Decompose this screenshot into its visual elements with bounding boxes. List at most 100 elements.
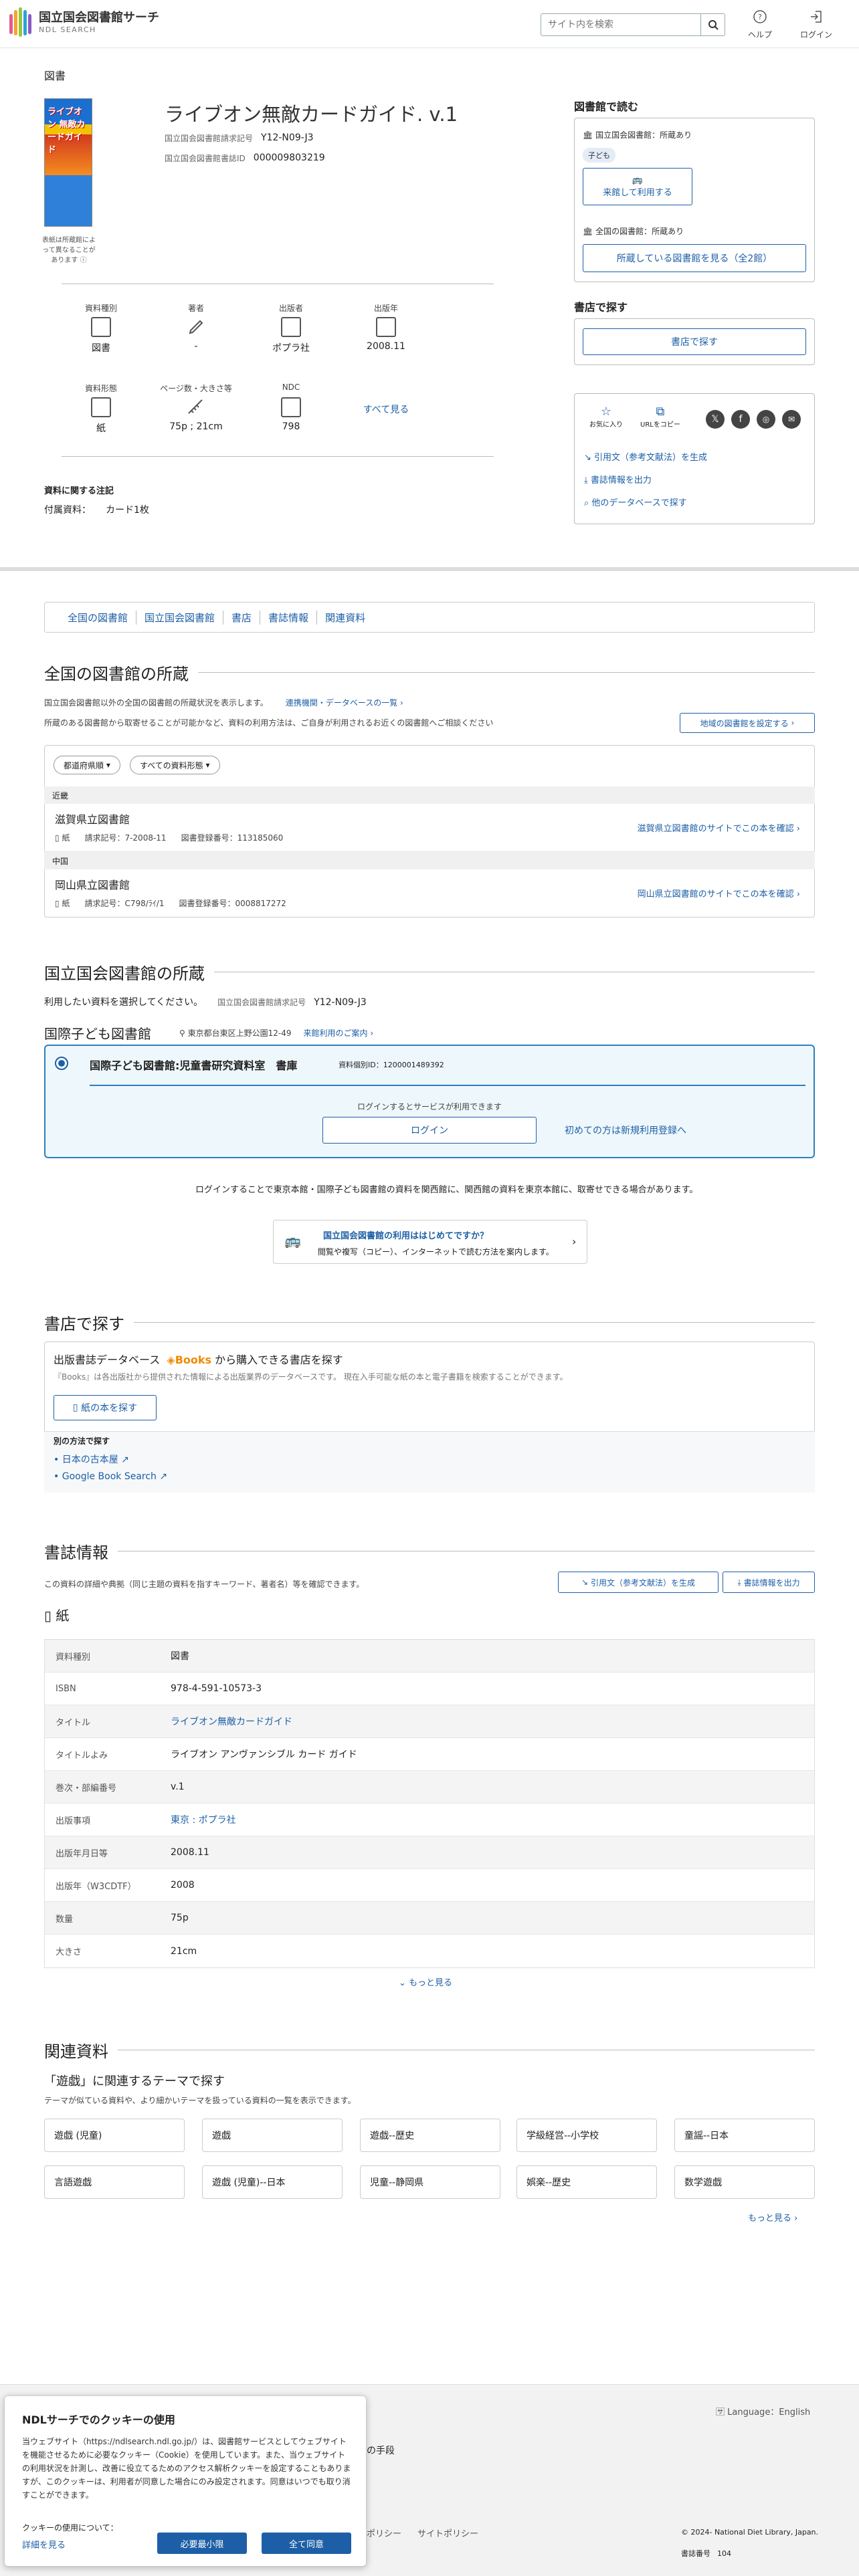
find-store-box: 書店で探す: [574, 318, 815, 365]
field-key: 数量: [56, 1914, 74, 1925]
ndl-guide-banner[interactable]: 🚌 国立国会図書館の利用ははじめてですか？ 閲覧や複写（コピー）、インターネット…: [273, 1220, 587, 1264]
book-title: ライブオン無敵カードガイド. v.1: [165, 103, 458, 126]
biblio-more-link[interactable]: ⌄ もっと見る: [399, 1975, 452, 1988]
view-holding-libraries-button[interactable]: 所蔵している図書館を見る（全2館）: [583, 244, 806, 272]
notes-key: 付属資料：: [44, 505, 91, 516]
set-region-button[interactable]: 地域の図書館を設定する ›: [680, 713, 815, 733]
stat-value: 798: [282, 421, 300, 432]
logo-mark-icon: [9, 7, 32, 37]
export-bib-link[interactable]: ⤓ 書誌情報を出力: [584, 473, 652, 486]
all-held-text: 全国の図書館：所蔵あり: [595, 227, 684, 236]
facebook-share-icon[interactable]: f: [731, 410, 750, 429]
call-number-row: 国立国会図書館請求記号 Y12-N09-J3: [165, 132, 314, 144]
holdings-section-title: 全国の図書館の所蔵: [44, 661, 815, 684]
favorite-button[interactable]: ☆ お気に入り: [589, 405, 623, 429]
kosho-link[interactable]: • 日本の古本屋 ↗: [54, 1453, 129, 1466]
topic-button[interactable]: 娯楽--歴史: [516, 2165, 657, 2199]
google-books-link[interactable]: • Google Book Search ↗: [54, 1471, 167, 1482]
table-row: 大きさ 21cm: [45, 1935, 814, 1967]
copy-url-button[interactable]: ⧉ URLをコピー: [640, 405, 680, 429]
copy-url-label: URLをコピー: [640, 421, 680, 429]
search-input[interactable]: [541, 13, 701, 36]
field-value-link[interactable]: 東京 : ポプラ社: [171, 1813, 236, 1826]
mail-share-icon[interactable]: ✉: [782, 410, 801, 429]
topic-button[interactable]: 遊戯--歴史: [360, 2119, 500, 2152]
tab-bookstore[interactable]: 書店: [223, 610, 261, 625]
export-bib-button[interactable]: ⤓ 書誌情報を出力: [723, 1572, 815, 1593]
stat-material-type: 資料種別 図書: [62, 302, 140, 354]
partner-list-link[interactable]: 連携機関・データベースの一覧: [286, 698, 397, 708]
tab-biblio[interactable]: 書誌情報: [260, 610, 318, 625]
material-filter-dropdown[interactable]: すべての資料形態 ▾: [130, 756, 220, 774]
topic-button[interactable]: 数学遊戯: [674, 2165, 815, 2199]
page-id-value: 104: [717, 2549, 731, 2558]
help-link[interactable]: ? ヘルプ: [748, 9, 772, 40]
visit-button[interactable]: 🚌 来館して利用する: [583, 168, 692, 205]
logo-text: 国立国会図書館サーチ: [39, 10, 159, 25]
login-button[interactable]: ログイン: [322, 1117, 537, 1144]
field-key: 資料種別: [56, 1652, 91, 1662]
topic-button[interactable]: 童謡--日本: [674, 2119, 815, 2152]
site-policy-link[interactable]: サイトポリシー: [417, 2529, 478, 2539]
x-share-icon[interactable]: 𝕏: [706, 410, 725, 429]
generate-citation-link[interactable]: ↘ 引用文（参考文献法）を生成: [584, 450, 707, 463]
generate-citation-button[interactable]: ↘ 引用文（参考文献法）を生成: [558, 1572, 719, 1593]
policy-link[interactable]: ポリシー: [367, 2529, 401, 2539]
library-name: 滋賀県立図書館: [55, 813, 130, 826]
section-tabs: 全国の図書館 国立国会図書館 書店 書誌情報 関連資料: [44, 602, 815, 633]
related-more-label: もっと見る: [748, 2214, 792, 2224]
quote-icon: ↘: [584, 453, 591, 463]
find-store-button[interactable]: 書店で探す: [583, 328, 806, 355]
page-id-label: 書誌番号: [681, 2549, 710, 2558]
cookie-title: NDLサーチでのクッキーの使用: [22, 2413, 175, 2426]
book-stats-row-1: 資料種別 図書 著者 - 出版者 ポプラ社 出版年 2008.11: [62, 302, 490, 354]
library-site-link[interactable]: 滋賀県立図書館のサイトでこの本を確認 ›: [638, 821, 800, 834]
topic-button[interactable]: 児童--静岡県: [360, 2165, 500, 2199]
cookie-required-button[interactable]: 必要最小限: [157, 2533, 247, 2554]
see-all-link[interactable]: すべて見る: [347, 383, 425, 435]
find-paper-book-button[interactable]: ▯ 紙の本を探す: [54, 1395, 157, 1420]
topic-button[interactable]: 遊戯 (児童): [44, 2119, 185, 2152]
cookie-usage-label: クッキーの使用について：: [22, 2523, 118, 2533]
topic-button[interactable]: 学級経営--小学校: [516, 2119, 657, 2152]
field-value-link[interactable]: ライブオン無敵カードガイド: [171, 1715, 292, 1728]
ndl-held-status: 🏛 国立国会図書館：所蔵あり: [583, 129, 692, 140]
item-radio[interactable]: [55, 1057, 68, 1070]
login-link[interactable]: ログイン: [800, 9, 832, 40]
cover-note: 表紙は所蔵館によって異なることがあります ⓘ: [40, 235, 98, 265]
line-share-icon[interactable]: ◎: [757, 410, 775, 429]
other-db-link[interactable]: ⌕ 他のデータベースで探す: [584, 496, 687, 508]
topic-button[interactable]: 言語遊戯: [44, 2165, 185, 2199]
call-number-value: Y12-N09-J3: [261, 132, 314, 143]
sort-dropdown[interactable]: 都道府県順 ▾: [54, 756, 120, 774]
stat-label: 出版者: [278, 304, 303, 313]
tab-all-libraries[interactable]: 全国の図書館: [60, 610, 137, 625]
table-row: 数量 75p: [45, 1902, 814, 1935]
visit-guide-link[interactable]: 来館利用のご案内: [304, 1029, 368, 1038]
search-button[interactable]: [701, 13, 725, 36]
share-icons: 𝕏 f ◎ ✉: [706, 410, 801, 429]
register-link[interactable]: 初めての方は新規利用登録へ: [565, 1123, 686, 1137]
library-reg: 図書登録番号：0008817272: [179, 899, 286, 908]
store-db-post: から購入できる書店を探す: [215, 1354, 343, 1366]
cookie-detail-link[interactable]: 詳細を見る: [22, 2538, 66, 2551]
cookie-accept-all-button[interactable]: 全て同意: [262, 2533, 351, 2554]
site-logo[interactable]: 国立国会図書館サーチ NDL SEARCH: [9, 7, 159, 37]
calendar-icon: [376, 317, 396, 337]
language-switch[interactable]: 🈂 Language：English: [716, 2405, 810, 2418]
generate-citation-button-label: 引用文（参考文献法）を生成: [590, 1578, 695, 1588]
table-row: 出版年（W3CDTF） 2008: [45, 1869, 814, 1902]
info-icon[interactable]: ⓘ: [80, 257, 87, 264]
svg-text:?: ?: [758, 13, 762, 21]
topic-button[interactable]: 遊戯: [202, 2119, 343, 2152]
holdings-desc-2: 所蔵のある図書館から取寄せることが可能かなど、資料の利用方法は、ご自身が利用され…: [44, 718, 494, 728]
library-site-label: 滋賀県立図書館のサイトでこの本を確認: [637, 824, 794, 834]
topic-button[interactable]: 遊戯 (児童)--日本: [202, 2165, 343, 2199]
related-more-link[interactable]: もっと見る ›: [748, 2211, 797, 2224]
field-value: v.1: [171, 1782, 185, 1792]
tab-ndl[interactable]: 国立国会図書館: [136, 610, 224, 625]
library-call: 請求記号：C798/ﾗｲ/1: [84, 899, 165, 908]
tab-related[interactable]: 関連資料: [317, 611, 373, 625]
help-icon: ?: [753, 10, 767, 23]
library-site-link[interactable]: 岡山県立図書館のサイトでこの本を確認 ›: [638, 887, 800, 899]
